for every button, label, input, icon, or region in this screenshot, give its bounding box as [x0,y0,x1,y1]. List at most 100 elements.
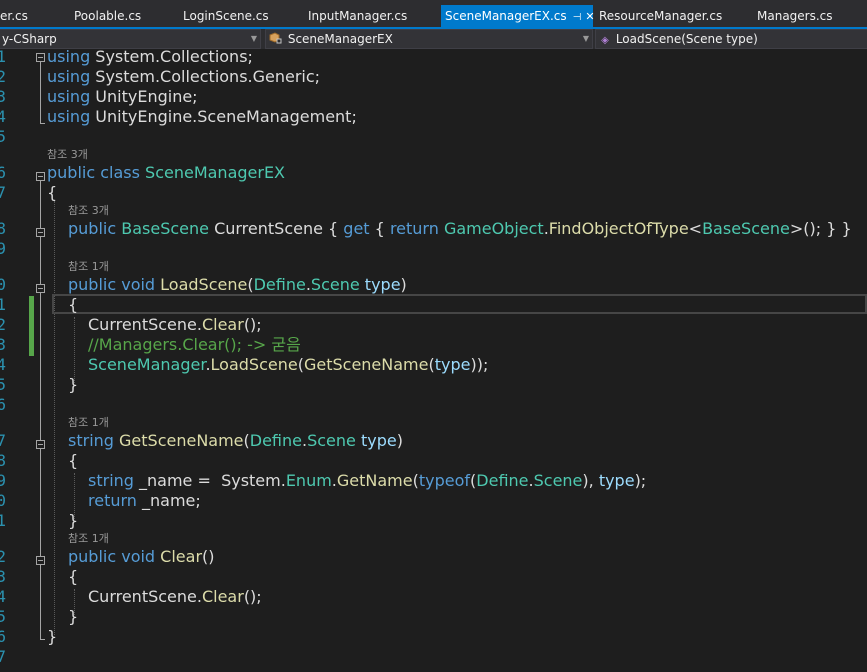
code-token: return [389,219,444,238]
code-line-11[interactable]: { [68,295,78,315]
code-token: get [343,219,370,238]
type-dropdown[interactable]: SceneManagerEX ▼ [265,29,593,49]
line-number: 0 [0,491,6,510]
member-dropdown[interactable]: ◈ LoadScene(Scene type) [595,29,867,49]
code-token: type [598,471,635,490]
code-line-12[interactable]: CurrentScene.Clear(); [88,315,262,335]
reference-count[interactable]: 참조 1개 [68,260,109,274]
code-line-21[interactable]: } [68,511,78,531]
code-line-22[interactable]: public void Clear() [68,547,215,567]
code-editor[interactable]: 1 2 3 4 5 6 7 8 9 0 1 2 3 4 5 6 7 8 9 0 … [0,49,867,672]
code-token: } [68,375,79,394]
collapse-icon[interactable] [36,172,45,181]
code-token: type [434,355,471,374]
code-token: Define [476,471,529,490]
code-line-24[interactable]: CurrentScene.Clear(); [88,587,262,607]
line-number: 6 [0,163,6,182]
line-number: 8 [0,219,6,238]
code-token: { [68,295,79,314]
code-token: >(); } } [789,219,852,238]
close-icon[interactable]: ✕ [585,10,594,23]
tab-scenes-truncated[interactable]: er.cs [0,5,28,27]
line-number: 4 [0,355,6,374]
line-number: 1 [0,295,6,314]
line-number: 5 [0,127,6,146]
code-token: UnityEngine.SceneManagement; [90,107,357,126]
code-line-15[interactable]: } [68,375,78,395]
code-token: using [47,107,91,126]
code-line-1[interactable]: using System.Collections; [47,49,253,67]
code-line-2[interactable]: using System.Collections.Generic; [47,67,320,87]
tab-poolable[interactable]: Poolable.cs [74,5,141,27]
code-line-26[interactable]: } [47,627,57,647]
code-token: < [688,219,703,238]
code-token: (); [243,315,262,334]
line-number: 9 [0,471,6,490]
code-line-14[interactable]: SceneManager.LoadScene(GetSceneName(type… [88,355,488,375]
code-token: CurrentScene. [88,587,202,606]
pin-icon[interactable]: ⊣ [573,12,582,23]
reference-count[interactable]: 참조 1개 [68,416,109,430]
code-token: string [88,471,134,490]
code-line-3[interactable]: using UnityEngine; [47,87,198,107]
chevron-down-icon: ▼ [250,34,257,43]
code-token: _name; [136,491,201,510]
line-number: 6 [0,395,6,414]
code-line-20[interactable]: return _name; [88,491,201,511]
code-token: using [47,87,91,106]
code-comment: //Managers.Clear(); -> 굳음 [88,335,301,354]
code-line-8[interactable]: public BaseScene CurrentScene { get { re… [68,219,852,239]
member-label: LoadScene(Scene type) [615,32,758,46]
tab-label: LoginScene.cs [183,9,269,23]
line-number: 1 [0,49,6,66]
tab-login-scene[interactable]: LoginScene.cs [183,5,269,27]
code-token: FindObjectOfType [548,219,689,238]
code-token: public void [68,547,161,566]
code-line-6[interactable]: public class SceneManagerEX [47,163,285,183]
collapse-icon[interactable] [36,440,45,449]
reference-count[interactable]: 참조 3개 [68,204,109,218]
code-token: _name = System. [133,471,286,490]
code-line-13[interactable]: //Managers.Clear(); -> 굳음 [88,335,301,355]
tab-resource-manager[interactable]: ResourceManager.cs [599,5,722,27]
code-token: SceneManager [88,355,206,374]
tab-scene-manager-ex[interactable]: SceneManagerEX.cs ⊣ ✕ [441,5,595,27]
code-token: using [47,67,91,86]
collapse-icon[interactable] [36,284,45,293]
code-line-23[interactable]: { [68,567,78,587]
line-number: 1 [0,511,6,530]
tab-managers[interactable]: Managers.cs [757,5,833,27]
line-number: 2 [0,67,6,86]
tab-input-manager[interactable]: InputManager.cs [308,5,407,27]
collapse-icon[interactable] [36,228,45,237]
code-line-7[interactable]: { [47,183,57,203]
code-token: Scene [533,471,583,490]
code-token: (); [243,587,262,606]
code-token: Scene [310,275,360,294]
code-line-18[interactable]: { [68,451,78,471]
code-token: } [68,511,79,530]
reference-count[interactable]: 참조 3개 [47,148,88,162]
outline-line [40,123,45,124]
code-token: Clear [160,547,203,566]
code-token: Clear [201,587,244,606]
code-line-10[interactable]: public void LoadScene(Define.Scene type) [68,275,407,295]
code-token: BaseScene [702,219,790,238]
code-line-4[interactable]: using UnityEngine.SceneManagement; [47,107,357,127]
collapse-icon[interactable] [36,53,45,62]
reference-count[interactable]: 참조 1개 [68,532,109,546]
code-token: GetSceneName [119,431,244,450]
collapse-icon[interactable] [36,556,45,565]
project-dropdown[interactable]: y-CSharp ▼ [0,29,261,49]
code-line-19[interactable]: string _name = System.Enum.GetName(typeo… [88,471,646,491]
code-token: System.Collections; [90,49,253,66]
code-token: typeof [418,471,471,490]
code-token: public [47,163,96,182]
code-line-25[interactable]: } [68,607,78,627]
indent-guide [74,317,75,383]
code-line-17[interactable]: string GetSceneName(Define.Scene type) [68,431,403,451]
line-number: 6 [0,627,6,646]
navigation-bar: y-CSharp ▼ SceneManagerEX ▼ ◈ LoadScene(… [0,29,867,49]
tab-label: Poolable.cs [74,9,142,23]
code-token: type [360,431,397,450]
